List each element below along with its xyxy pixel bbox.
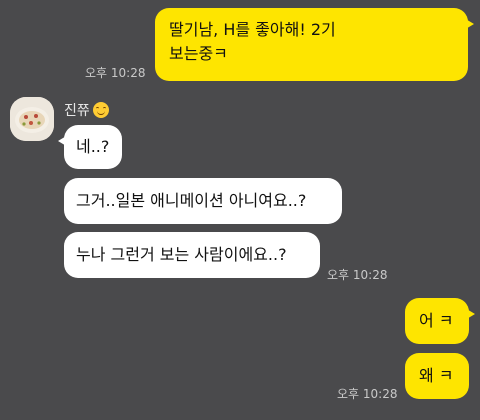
message-bubble-other[interactable]: 네..?	[58, 125, 122, 169]
message-timestamp: 오후 10:28	[327, 268, 388, 282]
message-text: 어 ㅋ	[419, 311, 454, 330]
message-text: 그거..일본 애니메이션 아니여요..?	[76, 191, 307, 210]
sender-name: 진쮸	[64, 103, 90, 119]
message-bubble-mine[interactable]: 어 ㅋ	[405, 298, 475, 344]
sender-name-row: 진쮸	[64, 100, 109, 120]
smiling-face-emoji-icon	[92, 102, 109, 118]
message-text-line2: 보는중ㅋ	[169, 44, 228, 63]
message-bubble-mine[interactable]: 왜 ㅋ	[405, 353, 469, 399]
message-text: 누나 그런거 보는 사람이에요..?	[76, 245, 287, 264]
message-bubble-mine[interactable]: 딸기남, H를 좋아해! 2기 보는중ㅋ	[155, 8, 474, 81]
sender-avatar[interactable]	[10, 97, 54, 141]
message-bubble-other[interactable]: 그거..일본 애니메이션 아니여요..?	[64, 178, 342, 224]
message-bubble-other[interactable]: 누나 그런거 보는 사람이에요..?	[64, 232, 320, 278]
message-text: 왜 ㅋ	[419, 366, 454, 385]
message-text: 네..?	[76, 137, 110, 156]
message-timestamp: 오후 10:28	[85, 66, 146, 80]
message-timestamp: 오후 10:28	[337, 387, 398, 401]
message-text-line1: 딸기남, H를 좋아해! 2기	[169, 20, 336, 39]
